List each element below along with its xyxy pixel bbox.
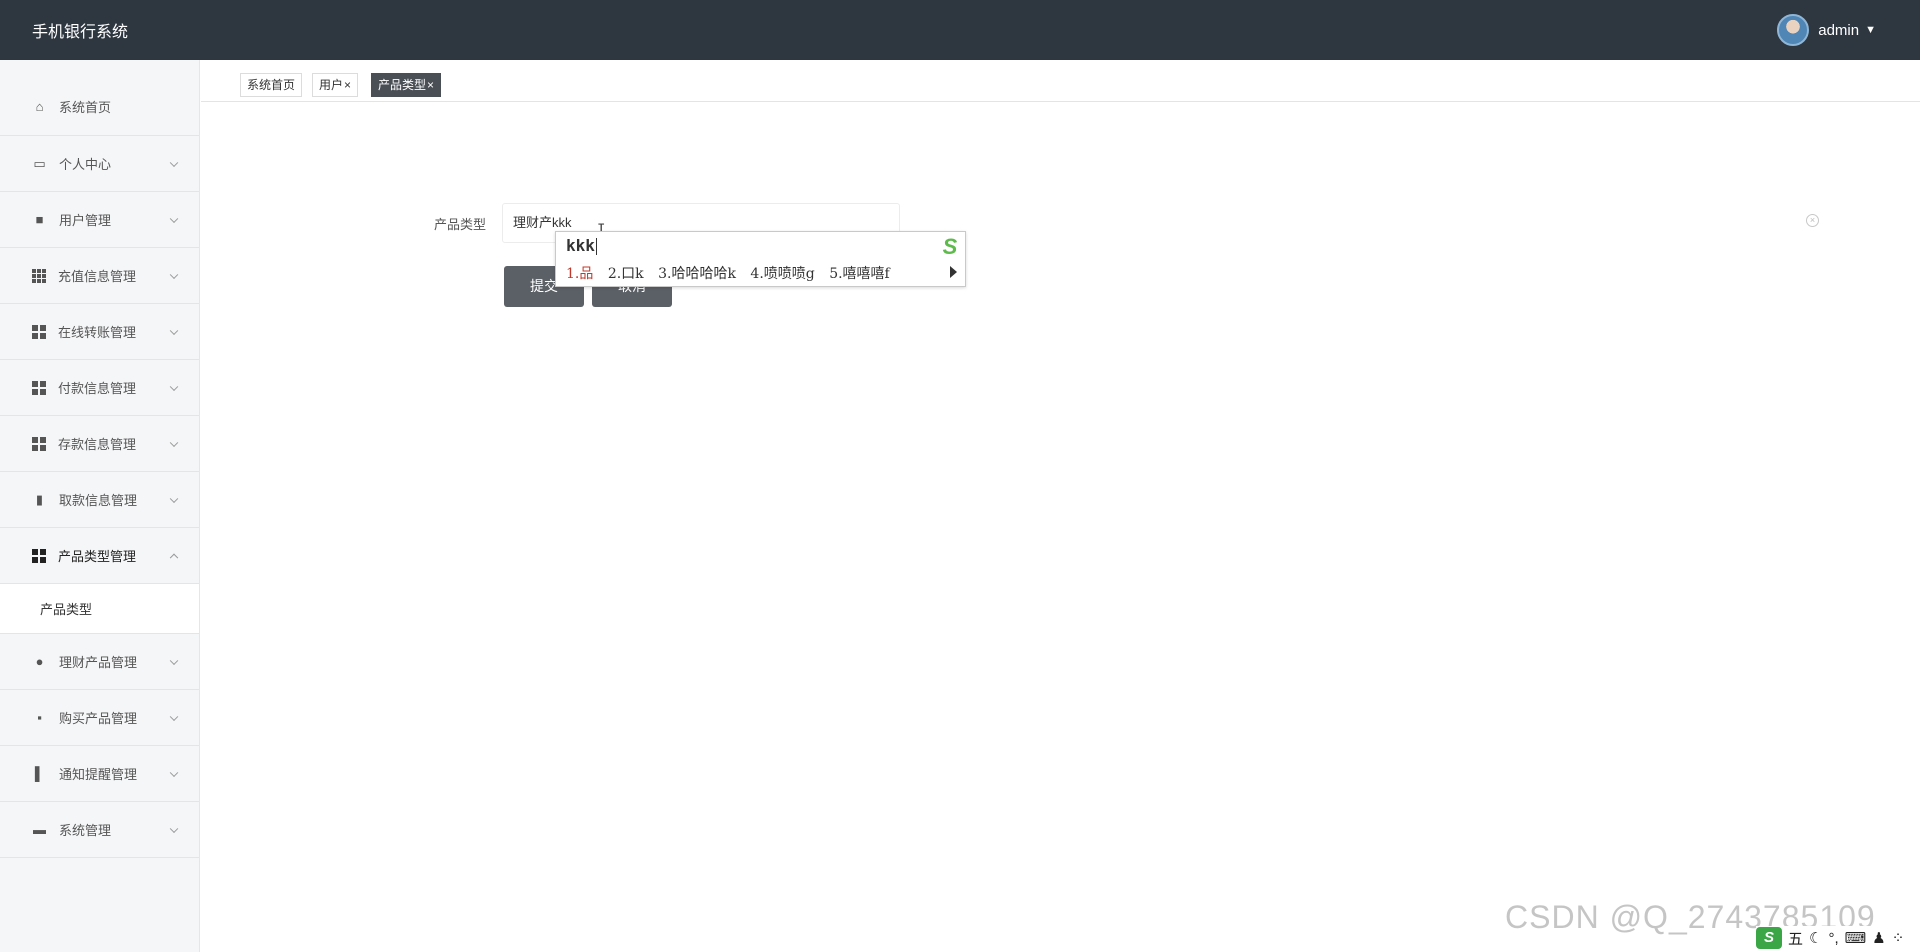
sidebar-item-system[interactable]: ▬ 系统管理 <box>0 802 199 858</box>
chevron-down-icon <box>169 214 179 223</box>
chevron-down-icon <box>169 270 179 279</box>
home-icon: ⌂ <box>35 99 44 114</box>
apps-icon <box>32 436 46 451</box>
clipboard-icon: ▮ <box>35 492 44 507</box>
tab-product-type[interactable]: 产品类型× <box>371 73 442 97</box>
caret-down-icon[interactable]: ▼ <box>1865 24 1876 36</box>
chat-icon: ▪ <box>37 710 42 725</box>
sidebar-item-product-type[interactable]: 产品类型管理 <box>0 528 199 584</box>
card-icon: ▭ <box>33 156 46 171</box>
sidebar-item-user-management[interactable]: ■ 用户管理 <box>0 192 199 248</box>
sidebar-item-deposit[interactable]: 存款信息管理 <box>0 416 199 472</box>
user-menu[interactable]: admin ▼ <box>1777 14 1876 46</box>
sidebar-item-label: 存款信息管理 <box>58 437 137 452</box>
bar-icon: ▌ <box>34 766 45 781</box>
chevron-down-icon <box>169 494 179 503</box>
ime-candidate[interactable]: 2.口k <box>608 266 644 282</box>
top-bar: 手机银行系统 admin ▼ <box>0 0 1920 60</box>
ime-next-page-icon[interactable] <box>950 266 957 278</box>
briefcase-icon: ■ <box>35 212 44 227</box>
ime-mode-indicator[interactable]: 五 <box>1788 928 1803 949</box>
app-title: 手机银行系统 <box>32 24 129 41</box>
grid-icon <box>32 268 46 283</box>
sidebar-item-payment[interactable]: 付款信息管理 <box>0 360 199 416</box>
apps-icon <box>32 380 46 395</box>
chevron-down-icon <box>169 326 179 335</box>
chevron-down-icon <box>169 438 179 447</box>
ime-toolbar[interactable]: S 五 ☾ °, ⌨ ♟ ⁘ <box>1756 926 1911 950</box>
chevron-down-icon <box>169 158 179 167</box>
product-type-label: 产品类型 <box>434 217 487 232</box>
chevron-down-icon <box>169 712 179 721</box>
ime-candidate-list: 1.品 2.口k 3.哈哈哈哈k 4.喷喷喷g 5.嘻嘻嘻f <box>566 263 900 283</box>
sidebar-item-label: 充值信息管理 <box>58 269 137 284</box>
ime-candidate[interactable]: 1.品 <box>566 266 593 282</box>
user-icon: ● <box>35 654 44 669</box>
sidebar-item-transfer[interactable]: 在线转账管理 <box>0 304 199 360</box>
apps-icon[interactable]: ⁘ <box>1892 929 1905 947</box>
sidebar-item-label: 系统管理 <box>59 823 112 838</box>
sidebar-item-personal-center[interactable]: ▭ 个人中心 <box>0 136 199 192</box>
sidebar-item-label: 理财产品管理 <box>59 655 138 670</box>
tab-user[interactable]: 用户× <box>312 73 359 97</box>
sidebar-item-label: 用户管理 <box>59 213 112 228</box>
sidebar-item-label: 系统首页 <box>59 100 112 115</box>
avatar[interactable] <box>1777 14 1810 46</box>
tab-label: 产品类型 <box>378 78 427 92</box>
ime-logo-icon: S <box>942 234 958 259</box>
chevron-down-icon <box>169 382 179 391</box>
chevron-down-icon <box>169 768 179 777</box>
sidebar-item-label: 个人中心 <box>59 157 112 172</box>
ime-logo-icon[interactable]: S <box>1756 927 1782 949</box>
apps-icon <box>32 324 46 339</box>
moon-icon[interactable]: ☾ <box>1809 929 1822 947</box>
sidebar-subitem-label: 产品类型 <box>40 602 93 617</box>
sidebar-item-label: 取款信息管理 <box>59 493 138 508</box>
clear-icon[interactable]: × <box>1806 214 1819 227</box>
monitor-icon: ▬ <box>33 822 46 837</box>
tab-bar: 系统首页 用户× 产品类型× <box>201 60 1920 102</box>
sidebar-item-label: 通知提醒管理 <box>59 767 138 782</box>
tab-label: 系统首页 <box>247 78 296 92</box>
sidebar-item-wealth-product[interactable]: ● 理财产品管理 <box>0 634 199 690</box>
sidebar-item-label: 在线转账管理 <box>58 325 137 340</box>
close-icon[interactable]: × <box>344 78 351 92</box>
close-icon[interactable]: × <box>427 78 434 92</box>
sidebar-item-label: 付款信息管理 <box>58 381 137 396</box>
keyboard-icon[interactable]: ⌨ <box>1845 929 1867 947</box>
chevron-up-icon <box>169 553 179 562</box>
sidebar-item-notification[interactable]: ▌ 通知提醒管理 <box>0 746 199 802</box>
tab-label: 用户 <box>319 78 344 92</box>
sidebar-item-label: 产品类型管理 <box>58 549 137 564</box>
sidebar-item-withdrawal[interactable]: ▮ 取款信息管理 <box>0 472 199 528</box>
sidebar-item-label: 购买产品管理 <box>59 711 138 726</box>
sidebar-item-home[interactable]: ⌂ 系统首页 <box>0 60 199 136</box>
ime-candidate-window: kkk S 1.品 2.口k 3.哈哈哈哈k 4.喷喷喷g 5.嘻嘻嘻f <box>555 231 966 287</box>
ime-candidate[interactable]: 3.哈哈哈哈k <box>658 266 736 282</box>
person-icon[interactable]: ♟ <box>1872 929 1885 947</box>
sidebar-item-purchase[interactable]: ▪ 购买产品管理 <box>0 690 199 746</box>
ime-composition-text: kkk <box>566 236 595 255</box>
sidebar-item-recharge[interactable]: 充值信息管理 <box>0 248 199 304</box>
ime-candidate[interactable]: 5.嘻嘻嘻f <box>829 266 890 282</box>
ime-composition: kkk <box>566 236 597 255</box>
chevron-down-icon <box>169 824 179 833</box>
tab-home[interactable]: 系统首页 <box>240 73 303 97</box>
sidebar-subitem-product-type[interactable]: 产品类型 <box>0 584 199 634</box>
apps-icon <box>32 548 46 563</box>
sidebar: ⌂ 系统首页 ▭ 个人中心 ■ 用户管理 充值信息管理 在线转账管理 付款信息管… <box>0 60 200 952</box>
ime-candidate[interactable]: 4.喷喷喷g <box>750 266 814 282</box>
punctuation-icon[interactable]: °, <box>1828 930 1838 947</box>
username[interactable]: admin <box>1818 22 1859 39</box>
chevron-down-icon <box>169 656 179 665</box>
